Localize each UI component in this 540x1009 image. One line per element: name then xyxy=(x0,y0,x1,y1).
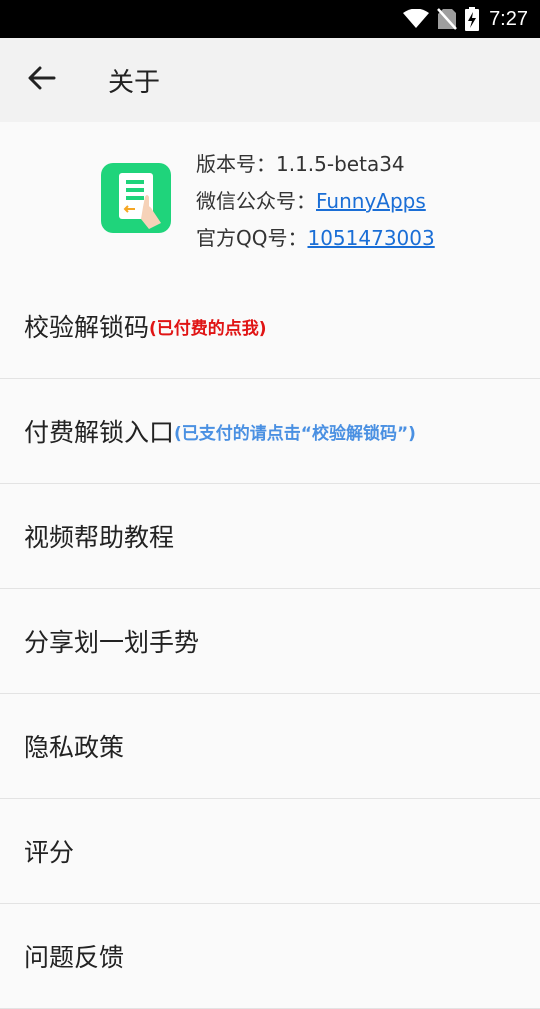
arrow-left-icon xyxy=(28,66,56,94)
menu-item-feedback[interactable]: 问题反馈 xyxy=(0,904,540,1009)
menu-item-note: (已付费的点我) xyxy=(149,318,267,339)
back-button[interactable] xyxy=(12,50,72,110)
status-time: 7:27 xyxy=(489,7,528,30)
menu-item-label: 问题反馈 xyxy=(24,943,125,972)
menu-item-label: 校验解锁码 xyxy=(24,313,150,342)
menu-item-rate[interactable]: 评分 xyxy=(0,799,540,904)
qq-label: 官方QQ号： xyxy=(196,226,308,250)
wechat-link[interactable]: FunnyApps xyxy=(316,189,426,213)
wifi-icon xyxy=(403,9,430,29)
wechat-row: 微信公众号：FunnyApps xyxy=(196,183,435,220)
menu-item-verify-unlock-code[interactable]: 校验解锁码 (已付费的点我) xyxy=(0,274,540,379)
qq-row: 官方QQ号：1051473003 xyxy=(196,220,435,257)
menu-item-share-gesture[interactable]: 分享划一划手势 xyxy=(0,589,540,694)
version-label: 版本号： xyxy=(196,152,276,176)
status-bar: 7:27 xyxy=(0,0,540,38)
no-sim-icon xyxy=(437,8,457,30)
menu-item-privacy-policy[interactable]: 隐私政策 xyxy=(0,694,540,799)
page-title: 关于 xyxy=(108,67,161,98)
app-logo-icon xyxy=(101,163,171,233)
settings-menu: 校验解锁码 (已付费的点我) 付费解锁入口 (已支付的请点击“校验解锁码”) 视频帮… xyxy=(0,274,540,1009)
about-header: 版本号：1.1.5-beta34 微信公众号：FunnyApps 官方QQ号：1… xyxy=(0,122,540,272)
app-info: 版本号：1.1.5-beta34 微信公众号：FunnyApps 官方QQ号：1… xyxy=(196,146,435,257)
version-row: 版本号：1.1.5-beta34 xyxy=(196,146,435,183)
menu-item-label: 隐私政策 xyxy=(24,733,125,762)
menu-item-label: 评分 xyxy=(24,838,75,867)
menu-item-label: 分享划一划手势 xyxy=(24,628,200,657)
menu-item-video-tutorial[interactable]: 视频帮助教程 xyxy=(0,484,540,589)
version-value: 1.1.5-beta34 xyxy=(276,152,405,176)
menu-item-note: (已支付的请点击“校验解锁码”) xyxy=(174,423,416,444)
app-bar: 关于 xyxy=(0,38,540,122)
menu-item-paid-unlock[interactable]: 付费解锁入口 (已支付的请点击“校验解锁码”) xyxy=(0,379,540,484)
menu-item-label: 视频帮助教程 xyxy=(24,523,175,552)
qq-link[interactable]: 1051473003 xyxy=(307,226,434,250)
menu-item-label: 付费解锁入口 xyxy=(24,418,175,447)
wechat-label: 微信公众号： xyxy=(196,189,316,213)
battery-charging-icon xyxy=(465,7,480,31)
